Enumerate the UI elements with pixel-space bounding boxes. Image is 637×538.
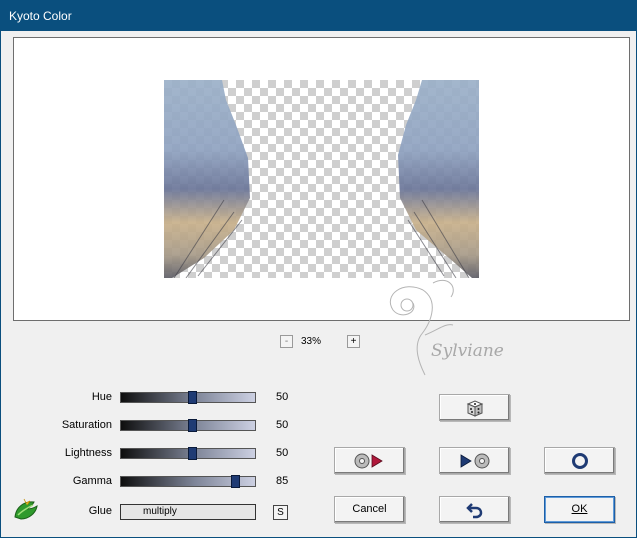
watermark: Sylviane: [363, 275, 543, 388]
load-preset-button[interactable]: [334, 447, 405, 474]
ok-button[interactable]: OK: [544, 496, 615, 523]
lightness-value: 50: [276, 447, 289, 459]
plugin-window: Kyoto Color - 33% + Sylviane Hue 50 Satu…: [0, 0, 637, 538]
saturation-value: 50: [276, 419, 289, 431]
glue-label: Glue: [88, 505, 112, 517]
save-preset-icon: [460, 453, 489, 469]
glue-mode-select[interactable]: multiply: [120, 504, 256, 520]
saturation-slider-thumb[interactable]: [188, 419, 197, 432]
zoom-level: 33%: [301, 336, 322, 347]
gamma-slider-thumb[interactable]: [231, 475, 240, 488]
hue-label: Hue: [91, 391, 112, 403]
ok-button-label: OK: [571, 503, 588, 515]
load-preset-icon: [354, 453, 383, 469]
lightness-slider[interactable]: [120, 447, 256, 460]
zoom-out-button[interactable]: -: [280, 335, 293, 348]
reset-button[interactable]: [544, 447, 615, 474]
saturation-label: Saturation: [61, 419, 112, 431]
undo-button[interactable]: [439, 496, 510, 523]
zoom-in-button[interactable]: +: [347, 335, 360, 348]
save-preset-button[interactable]: [439, 447, 510, 474]
cancel-button[interactable]: Cancel: [334, 496, 405, 523]
hue-slider-thumb[interactable]: [188, 391, 197, 404]
lightness-slider-thumb[interactable]: [188, 447, 197, 460]
undo-arrow-icon: [465, 503, 482, 519]
reset-circle-icon: [571, 453, 588, 469]
dialog-body: - 33% + Sylviane Hue 50 Saturation 50 Li…: [1, 31, 636, 537]
hue-slider[interactable]: [120, 391, 256, 404]
preview-image: [164, 80, 479, 278]
window-title: Kyoto Color: [9, 9, 72, 23]
dice-icon: [466, 400, 483, 417]
watermark-signature: Sylviane: [431, 341, 504, 361]
title-bar[interactable]: Kyoto Color: [1, 1, 636, 31]
preview-canvas[interactable]: [164, 80, 479, 278]
saturation-slider[interactable]: [120, 419, 256, 432]
gamma-value: 85: [276, 475, 289, 487]
lightness-label: Lightness: [64, 447, 112, 459]
watermark-ornament: Sylviane: [389, 279, 504, 376]
gamma-slider[interactable]: [120, 475, 256, 488]
gamma-label: Gamma: [72, 475, 112, 487]
hue-value: 50: [276, 391, 289, 403]
randomize-button[interactable]: [439, 394, 510, 421]
glue-s-button[interactable]: S: [273, 505, 288, 520]
